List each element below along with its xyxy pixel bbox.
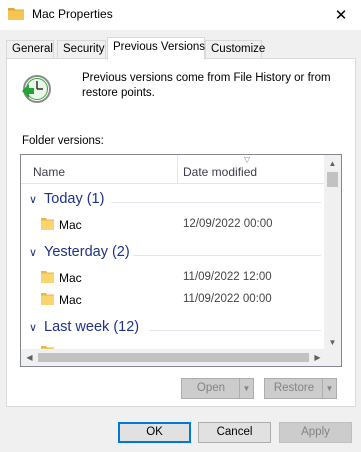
restore-button-label[interactable]: Restore <box>265 379 323 398</box>
chevron-down-icon: ∨ <box>29 194 38 206</box>
vertical-scroll-thumb[interactable] <box>327 172 338 187</box>
horizontal-scroll-thumb[interactable] <box>38 353 309 362</box>
group-divider <box>111 202 321 203</box>
chevron-down-icon: ∨ <box>29 322 38 334</box>
group-header-today[interactable]: ∨ Today (1) <box>29 191 104 207</box>
group-label: Last week (12) <box>44 319 140 335</box>
chevron-down-icon[interactable]: ▼ <box>239 379 253 398</box>
tab-panel: Previous versions come from File History… <box>6 58 356 407</box>
item-date: 11/09/2022 00:00 <box>183 293 272 305</box>
group-header-last-week[interactable]: ∨ Last week (12) <box>29 319 139 335</box>
tab-customize[interactable]: Customize <box>205 40 265 59</box>
group-divider <box>133 255 321 256</box>
apply-button[interactable]: Apply <box>279 422 352 443</box>
horizontal-scrollbar[interactable]: ◀ ▶ <box>21 349 326 366</box>
folder-icon <box>8 8 24 20</box>
scroll-left-icon[interactable]: ◀ <box>21 349 38 366</box>
sort-caret-icon: ▽ <box>244 155 251 164</box>
close-button[interactable]: ✕ <box>321 0 361 30</box>
tab-general[interactable]: General <box>6 40 54 59</box>
item-name: Mac <box>59 293 82 307</box>
group-divider <box>149 330 321 331</box>
restore-split-button[interactable]: Restore ▼ <box>264 378 337 399</box>
tab-security[interactable]: Security <box>57 40 106 59</box>
list-item[interactable]: Mac 11/09/2022 12:00 <box>21 269 326 287</box>
open-button-label[interactable]: Open <box>182 379 240 398</box>
vertical-scrollbar[interactable]: ▲ ▼ <box>324 155 341 351</box>
group-label: Today (1) <box>44 191 105 207</box>
group-label: Yesterday (2) <box>44 244 130 260</box>
item-name: Mac <box>59 218 82 232</box>
open-split-button[interactable]: Open ▼ <box>181 378 254 399</box>
scroll-up-icon[interactable]: ▲ <box>324 155 341 172</box>
item-date: 12/09/2022 00:00 <box>183 218 273 230</box>
info-text: Previous versions come from File History… <box>82 72 331 99</box>
group-header-yesterday[interactable]: ∨ Yesterday (2) <box>29 244 130 260</box>
cancel-button[interactable]: Cancel <box>198 422 271 443</box>
column-divider[interactable] <box>177 155 178 184</box>
folder-icon <box>41 218 54 230</box>
item-date: 11/09/2022 12:00 <box>183 271 272 283</box>
title-bar: Mac Properties ✕ <box>0 0 361 30</box>
folder-versions-label: Folder versions: <box>22 135 104 147</box>
list-item[interactable]: Mac 12/09/2022 00:00 <box>21 216 326 234</box>
scrollbar-corner <box>324 349 341 366</box>
tab-previous-versions[interactable]: Previous Versions <box>107 37 205 60</box>
column-date-modified[interactable]: Date modified <box>183 165 257 179</box>
folder-icon <box>41 293 54 305</box>
window-title: Mac Properties <box>32 7 113 21</box>
ok-button[interactable]: OK <box>118 422 191 443</box>
folder-icon <box>41 271 54 283</box>
chevron-down-icon[interactable]: ▼ <box>322 379 336 398</box>
column-name[interactable]: Name <box>33 165 65 179</box>
chevron-down-icon: ∨ <box>29 247 38 259</box>
item-name: Mac <box>59 271 82 285</box>
column-header: Name ▽ Date modified <box>21 155 326 184</box>
restore-clock-icon <box>22 75 51 103</box>
versions-list[interactable]: Name ▽ Date modified ∨ Today (1) Mac 12/0… <box>20 154 342 367</box>
list-item[interactable]: Mac 11/09/2022 00:00 <box>21 291 326 309</box>
